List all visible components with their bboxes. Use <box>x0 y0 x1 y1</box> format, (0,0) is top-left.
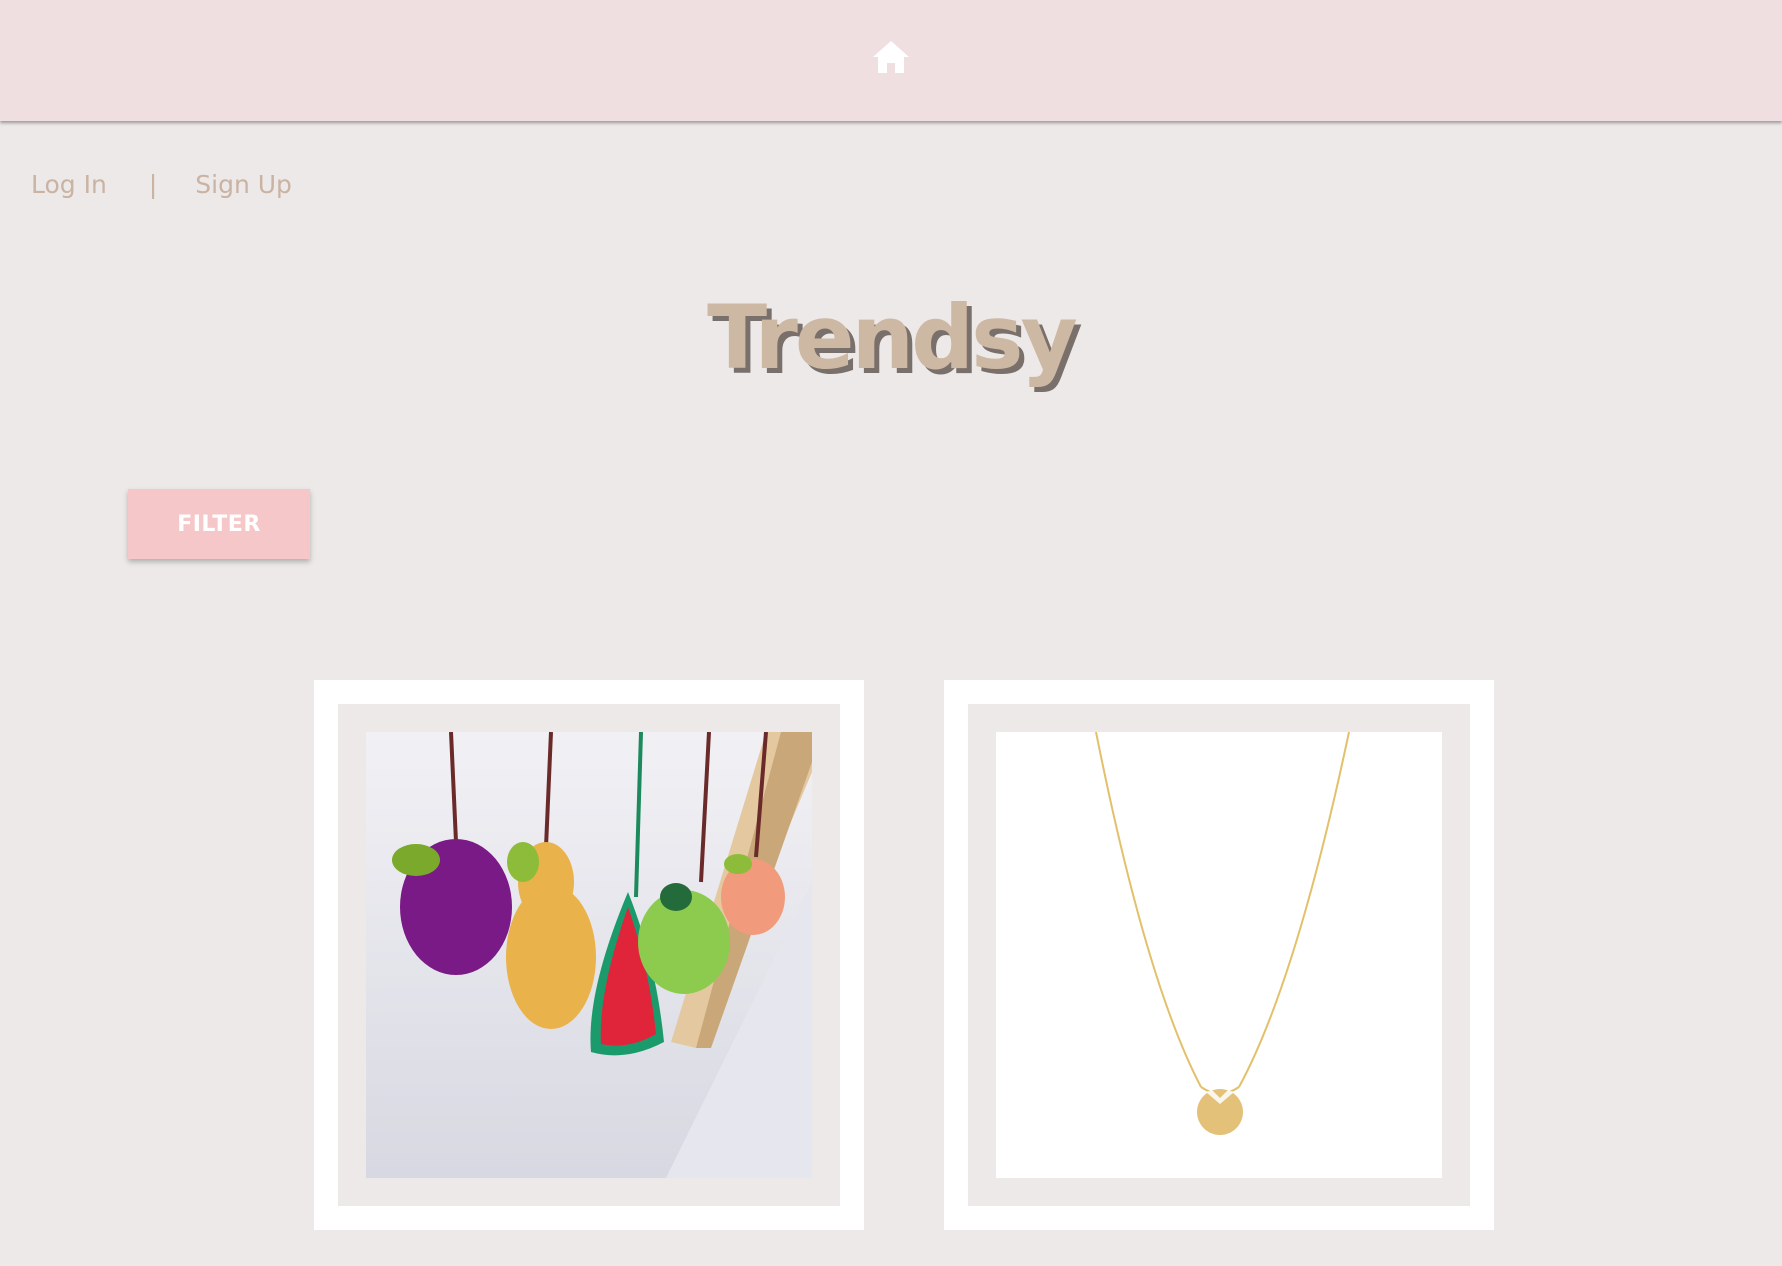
site-title: Trendsy <box>707 286 1078 389</box>
product-image-gold-necklace <box>996 732 1442 1178</box>
product-card[interactable] <box>314 680 864 1230</box>
filter-button[interactable]: FILTER <box>128 489 310 559</box>
home-button[interactable] <box>869 35 913 79</box>
login-link[interactable]: Log In <box>31 170 107 199</box>
signup-link[interactable]: Sign Up <box>195 170 292 199</box>
product-card[interactable] <box>944 680 1494 1230</box>
auth-links: Log In | Sign Up <box>31 170 292 199</box>
product-image-crocheted-fruit <box>366 732 812 1178</box>
home-icon <box>873 40 909 73</box>
auth-separator: | <box>148 170 158 199</box>
top-nav-bar <box>0 0 1782 121</box>
